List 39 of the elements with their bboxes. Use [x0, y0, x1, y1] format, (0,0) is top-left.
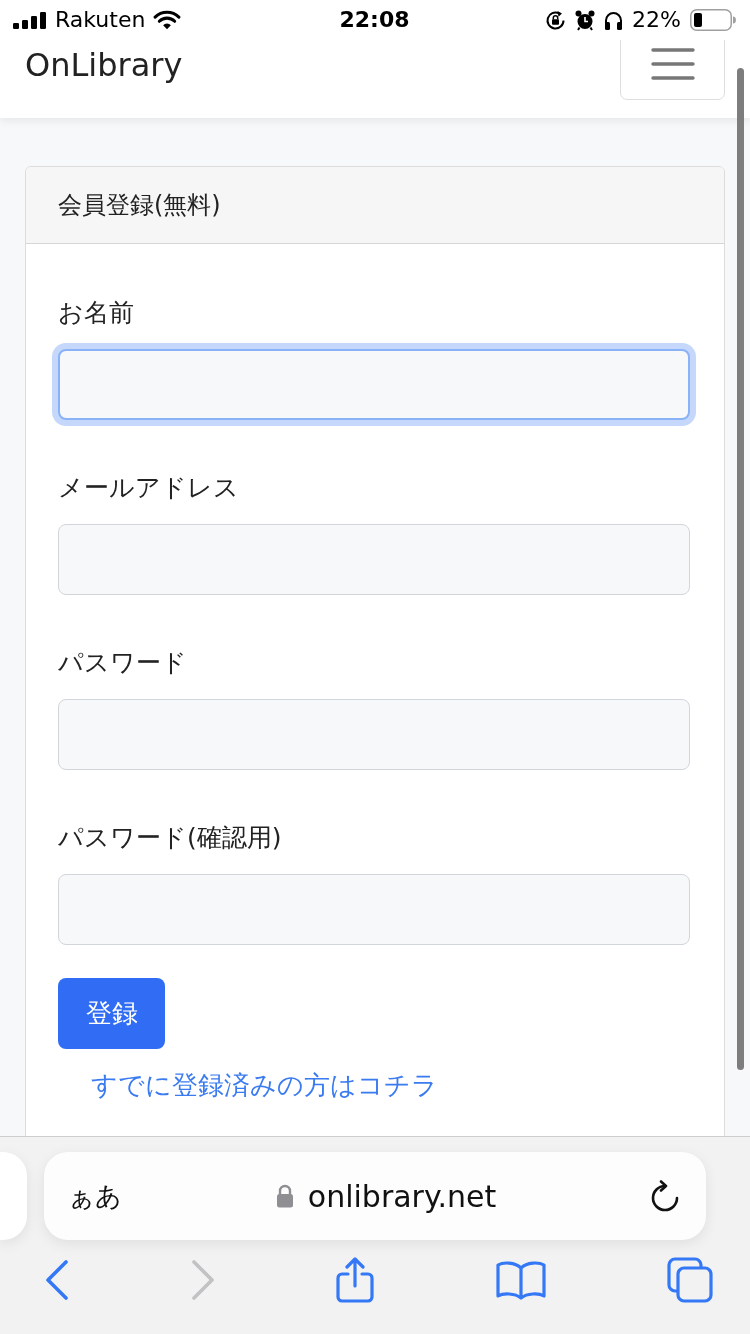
carrier-name: Rakuten [55, 7, 146, 33]
back-button[interactable] [44, 1259, 70, 1301]
alarm-clock-icon [575, 9, 596, 31]
text-size-button[interactable]: ぁあ [68, 1178, 122, 1214]
tabs-button[interactable] [666, 1256, 714, 1304]
share-icon [335, 1256, 375, 1304]
reload-icon [650, 1180, 680, 1212]
input-field[interactable] [58, 699, 690, 770]
headphones-icon [604, 10, 624, 30]
card-title: 会員登録(無料) [58, 190, 221, 221]
field-label: パスワード(確認用) [58, 823, 283, 853]
field-label: お名前 [58, 298, 135, 328]
book-icon [494, 1260, 547, 1300]
rotation-lock-icon [545, 9, 567, 31]
menu-icon [650, 48, 695, 80]
previous-tab[interactable] [0, 1152, 27, 1240]
clock-time: 22:08 [339, 7, 410, 33]
battery-percentage: 22% [632, 7, 681, 33]
lock-icon [275, 1184, 294, 1208]
chevron-left-icon [44, 1259, 70, 1301]
input-field[interactable] [58, 874, 690, 945]
battery-icon [690, 9, 736, 31]
input-field[interactable] [58, 524, 690, 595]
scrollbar[interactable] [737, 68, 744, 1070]
login-link[interactable]: すでに登録済みの方はコチラ [91, 1069, 438, 1101]
signal-icon [13, 11, 47, 29]
share-button[interactable] [335, 1256, 375, 1304]
input-field[interactable] [58, 349, 690, 420]
chevron-right-icon [189, 1259, 216, 1301]
field-label: パスワード [58, 648, 188, 678]
bookmarks-button[interactable] [494, 1260, 547, 1300]
field-label: メールアドレス [58, 473, 240, 503]
reload-button[interactable] [650, 1180, 680, 1212]
tabs-icon [666, 1256, 714, 1304]
url-text: onlibrary.net [307, 1178, 497, 1214]
address-bar[interactable]: ぁあ onlibrary.net [44, 1152, 706, 1240]
wifi-icon [153, 10, 182, 30]
site-logo[interactable]: OnLibrary [25, 45, 183, 85]
register-button[interactable]: 登録 [58, 978, 165, 1049]
